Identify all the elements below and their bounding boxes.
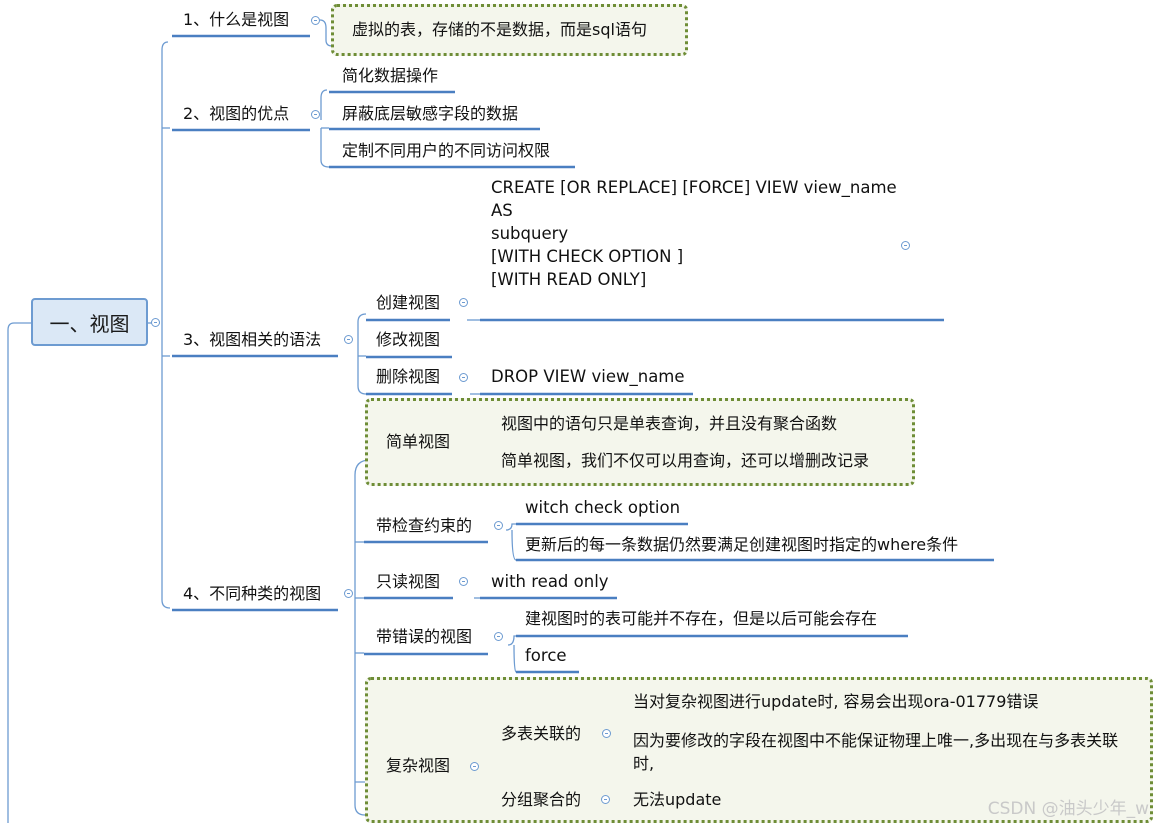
create-view-node[interactable]: 创建视图 (376, 293, 440, 313)
topic3-collapse-icon[interactable] (344, 335, 353, 344)
drop-view-collapse-icon[interactable] (459, 373, 468, 382)
watermark: CSDN @油头少年_w (987, 799, 1149, 819)
create-syntax-collapse-icon[interactable] (901, 241, 910, 250)
topic-view-advantages[interactable]: 2、视图的优点 (183, 104, 289, 124)
create-syntax-line-4[interactable]: [WITH CHECK OPTION ] (491, 245, 683, 268)
multi-table-leaf-1[interactable]: 当对复杂视图进行update时, 容易会出现ora-01779错误 (633, 692, 1038, 712)
modify-view-node[interactable]: 修改视图 (376, 330, 440, 350)
error-view-leaf-1[interactable]: 建视图时的表可能并不存在，但是以后可能会存在 (525, 609, 877, 629)
check-view-node[interactable]: 带检查约束的 (376, 516, 472, 536)
simple-view-leaf-2[interactable]: 简单视图，我们不仅可以用查询，还可以增删改记录 (501, 451, 869, 471)
topic-view-syntax[interactable]: 3、视图相关的语法 (183, 330, 321, 350)
create-syntax-line-5[interactable]: [WITH READ ONLY] (491, 268, 646, 291)
error-view-node[interactable]: 带错误的视图 (376, 627, 472, 647)
simple-view-leaf-1[interactable]: 视图中的语句只是单表查询，并且没有聚合函数 (501, 414, 837, 434)
create-syntax-line-1[interactable]: CREATE [OR REPLACE] [FORCE] VIEW view_na… (491, 176, 897, 199)
create-view-collapse-icon[interactable] (459, 298, 468, 307)
create-syntax-line-2[interactable]: AS (491, 199, 513, 222)
root-collapse-icon[interactable] (151, 318, 160, 327)
topic-view-types[interactable]: 4、不同种类的视图 (183, 584, 321, 604)
group-agg-leaf[interactable]: 无法update (633, 790, 721, 810)
root-label: 一、视图 (49, 311, 130, 336)
multi-table-collapse-icon[interactable] (602, 729, 611, 738)
readonly-view-node[interactable]: 只读视图 (376, 572, 440, 592)
topic-what-is-view[interactable]: 1、什么是视图 (183, 10, 289, 30)
check-view-leaf-1[interactable]: witch check option (525, 496, 680, 519)
readonly-view-collapse-icon[interactable] (459, 577, 468, 586)
topic2-leaf-3[interactable]: 定制不同用户的不同访问权限 (342, 141, 550, 161)
topic1-collapse-icon[interactable] (311, 16, 320, 25)
multi-table-leaf-2[interactable]: 因为要修改的字段在视图中不能保证物理上唯一,多出现在与多表关联时, (633, 729, 1138, 775)
group-agg-collapse-icon[interactable] (601, 795, 610, 804)
topic2-leaf-1[interactable]: 简化数据操作 (342, 66, 438, 86)
check-view-collapse-icon[interactable] (494, 521, 503, 530)
drop-view-syntax[interactable]: DROP VIEW view_name (491, 365, 685, 388)
error-view-leaf-2[interactable]: force (525, 644, 567, 667)
complex-view-collapse-icon[interactable] (470, 762, 479, 771)
root-node[interactable]: 一、视图 (31, 298, 148, 346)
topic2-leaf-2[interactable]: 屏蔽底层敏感字段的数据 (342, 104, 518, 124)
simple-view-node[interactable]: 简单视图 (386, 432, 450, 452)
readonly-view-leaf[interactable]: with read only (491, 570, 609, 593)
group-agg-node[interactable]: 分组聚合的 (501, 790, 581, 810)
create-syntax-line-3[interactable]: subquery (491, 222, 568, 245)
topic2-collapse-icon[interactable] (311, 110, 320, 119)
error-view-collapse-icon[interactable] (494, 632, 503, 641)
multi-table-node[interactable]: 多表关联的 (501, 724, 581, 744)
topic1-leaf-definition[interactable]: 虚拟的表，存储的不是数据，而是sql语句 (352, 20, 647, 40)
drop-view-node[interactable]: 删除视图 (376, 367, 440, 387)
topic4-collapse-icon[interactable] (344, 589, 353, 598)
complex-view-node[interactable]: 复杂视图 (386, 756, 450, 776)
check-view-leaf-2[interactable]: 更新后的每一条数据仍然要满足创建视图时指定的where条件 (525, 535, 958, 555)
